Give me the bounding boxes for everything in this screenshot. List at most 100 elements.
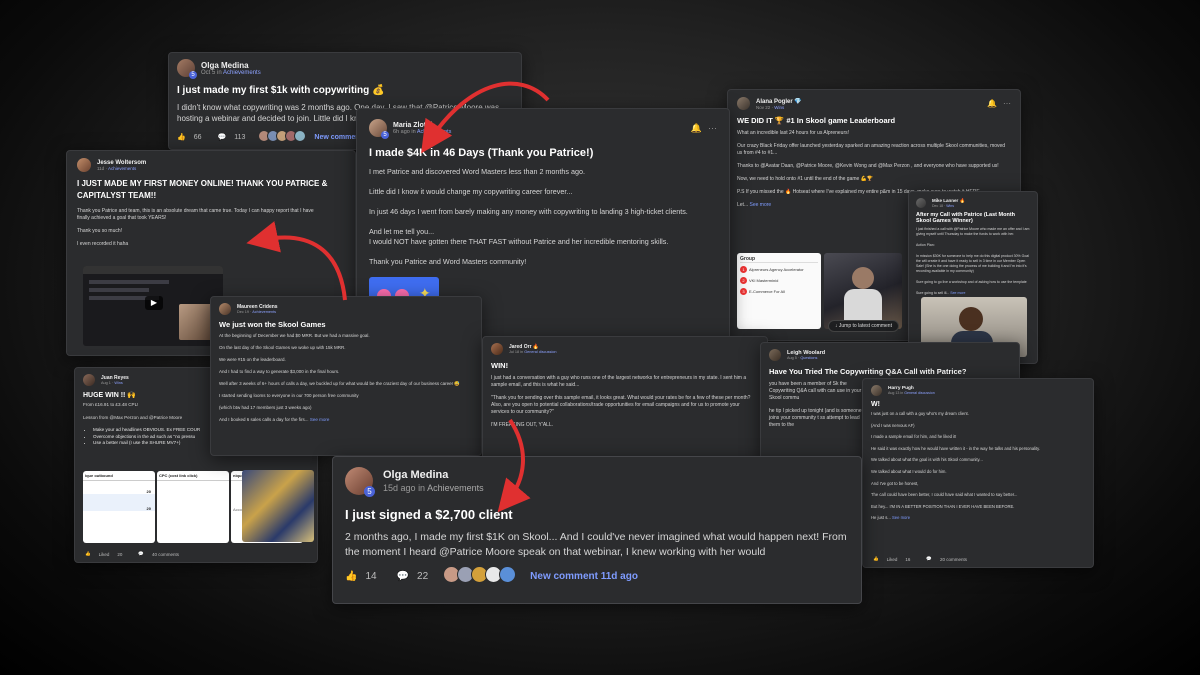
table-header: ique outbound — [83, 471, 155, 481]
comment-count: 22 — [417, 570, 429, 582]
like-count: 66 — [193, 133, 202, 141]
author-name: Alana Pogler 💎 — [756, 98, 802, 105]
avatar — [83, 374, 95, 386]
rank-badge: 3 — [740, 288, 747, 295]
post-body-line: And I've got to be honest, — [871, 480, 919, 486]
comment-icon[interactable]: 💬 — [397, 571, 409, 582]
more-options-icon[interactable]: ⋯ — [1003, 99, 1011, 108]
post-body-line: We talked about what the goal is with hi… — [871, 457, 983, 463]
post-body-line: The call could have been better, I could… — [871, 492, 1018, 498]
leaderboard-entry: VKI Masterminid — [749, 278, 779, 283]
post-body-line: I just finished a call with @Patrice Moo… — [916, 227, 1030, 236]
comment-icon[interactable]: 💬 — [926, 556, 932, 562]
post-time: Oct 5 — [201, 69, 216, 76]
post-title[interactable]: WE DID IT 🏆 #1 In Skool game Leaderboard — [737, 116, 1011, 125]
post-body-line: Little did I know it would change my cop… — [369, 187, 573, 196]
see-more-link[interactable]: See more — [750, 202, 772, 208]
author-name: Maria Zlotni — [393, 121, 433, 129]
ads-table-screenshot-2[interactable]: CPC (cost link click) — [157, 471, 229, 543]
rank-badge: 2 — [740, 277, 747, 284]
rank-badge: 1 — [740, 266, 747, 273]
post-body-line: At the beginning of December we had $0 M… — [219, 333, 370, 338]
post-card-win[interactable]: Jared Orr 🔥 Jul 18 in General discussion… — [482, 336, 768, 466]
bell-icon[interactable]: 🔔 — [691, 123, 702, 134]
post-title[interactable]: W! — [871, 401, 1085, 408]
post-body: 2 months ago, I made my first $1K on Sko… — [345, 531, 847, 558]
post-time: Nov 22 — [756, 104, 771, 110]
bell-icon[interactable]: 🔔 — [987, 99, 997, 108]
post-body-line: Our crazy Black Friday offer launched ye… — [737, 143, 1006, 156]
post-body-line: Well after 3 weeks of 6+ hours of calls … — [219, 381, 460, 386]
leaderboard-header: Group — [740, 256, 818, 263]
see-more-link[interactable]: See more — [950, 291, 965, 295]
post-body-line: We talked about what I would do for him. — [871, 468, 947, 474]
table-header: CPC (cost link click) — [157, 471, 229, 481]
liked-label: Liked — [98, 551, 110, 557]
leaderboard-entry: E-Commerce For All — [749, 289, 786, 294]
post-body-line: I'M FREAKING OUT, Y'ALL. — [491, 422, 554, 428]
post-card-call-with-patrice[interactable]: Mike Lanner 🔥 Dec 18 · Wins After my Cal… — [908, 191, 1038, 364]
author-name: Olga Medina — [201, 60, 249, 70]
liked-label: Liked — [886, 556, 898, 562]
post-title[interactable]: I made $4K in 46 Days (Thank you Patrice… — [369, 147, 717, 159]
see-more-link[interactable]: See more — [892, 515, 910, 520]
like-icon[interactable]: 👍 — [177, 133, 186, 141]
avatar: 5 — [177, 59, 197, 79]
play-icon[interactable]: ▶ — [145, 296, 163, 310]
like-count: 14 — [365, 570, 377, 582]
like-icon[interactable]: 👍 — [85, 551, 91, 557]
comment-count: 20 comments — [940, 556, 968, 562]
post-card-w[interactable]: Harry Pugh Aug 13 in General discussion … — [862, 378, 1094, 568]
avatar — [916, 198, 926, 208]
crowd-photo[interactable] — [242, 470, 314, 542]
more-options-icon[interactable]: ⋯ — [708, 123, 717, 134]
jump-to-latest-button[interactable]: ↓ Jump to latest comment — [828, 320, 899, 332]
avatar — [219, 303, 231, 315]
post-body-line: "Thank you for sending over this sample … — [491, 395, 751, 415]
like-icon[interactable]: 👍 — [345, 571, 357, 582]
post-body-line: He said it was exactly how he would have… — [871, 445, 1041, 451]
post-title[interactable]: I just made my first $1k with copywritin… — [177, 85, 513, 96]
ads-table-screenshot-1[interactable]: ique outbound 20 20 — [83, 471, 155, 543]
category-link[interactable]: Achievements — [427, 483, 484, 493]
post-card-won-skool-games[interactable]: Maureen Cridens Dec 19 · Achievements We… — [210, 296, 482, 456]
comment-icon[interactable]: 💬 — [218, 133, 227, 141]
category-link[interactable]: Wins — [774, 105, 784, 110]
post-title[interactable]: Have You Tried The Copywriting Q&A Call … — [769, 367, 1011, 376]
post-body-line: And I had to find a way to generate $3,0… — [219, 369, 340, 374]
video-thumbnail[interactable]: ▶ — [83, 266, 223, 346]
post-body-line: Now, we need to hold onto #1 until the e… — [737, 176, 874, 182]
post-body-line: he tip I picked up tonight (and is someo… — [769, 408, 862, 428]
comment-icon[interactable]: 💬 — [138, 551, 144, 557]
avatar — [77, 158, 91, 172]
author-name: Olga Medina — [383, 469, 449, 481]
post-body-line: I just had a conversation with a guy who… — [491, 375, 747, 388]
post-title[interactable]: I just signed a $2,700 client — [345, 507, 849, 522]
post-card-2700-client[interactable]: 5 Olga Medina 15d ago in Achievements I … — [332, 456, 862, 604]
post-body-line: Thank you so much! — [77, 228, 123, 234]
leaderboard-entry: Alpreneurs Agency Accelerator — [749, 267, 804, 272]
commenter-avatars — [258, 130, 307, 144]
post-body-line: (And I was nervous AF) — [871, 422, 915, 428]
event-photo[interactable] — [824, 253, 902, 329]
commenter-avatars — [443, 566, 517, 586]
new-comment-link[interactable]: New comment 11d ago — [530, 571, 638, 582]
post-body-line: I would NOT have gotten there THAT FAST … — [369, 237, 669, 246]
like-count: 20 — [117, 551, 123, 557]
post-title[interactable]: We just won the Skool Games — [219, 320, 473, 329]
new-comment-link[interactable]: New comment — [314, 134, 361, 141]
comment-count: 40 comments — [152, 551, 180, 557]
table-cell: 20 — [146, 489, 151, 494]
avatar — [491, 343, 503, 355]
post-title[interactable]: After my Call with Patrice (Last Month S… — [916, 212, 1030, 224]
see-more-link[interactable]: See more — [310, 417, 330, 422]
post-title[interactable]: WIN! — [491, 361, 759, 370]
leaderboard-screenshot[interactable]: Group 1 Alpreneurs Agency Accelerator 2 VK… — [737, 253, 821, 329]
post-body-line: And let me tell you... — [369, 227, 435, 236]
post-body-line: I made a sample email for him, and he li… — [871, 434, 957, 440]
post-body-line: In mission $30K for someone to help me d… — [916, 254, 1030, 273]
post-title[interactable]: I JUST MADE MY FIRST MONEY ONLINE! THANK… — [77, 178, 345, 202]
like-icon[interactable]: 👍 — [873, 556, 879, 562]
post-body-line: Thank you Patrice and team, this is an a… — [77, 208, 314, 221]
category-link[interactable]: Achievements — [223, 70, 261, 76]
